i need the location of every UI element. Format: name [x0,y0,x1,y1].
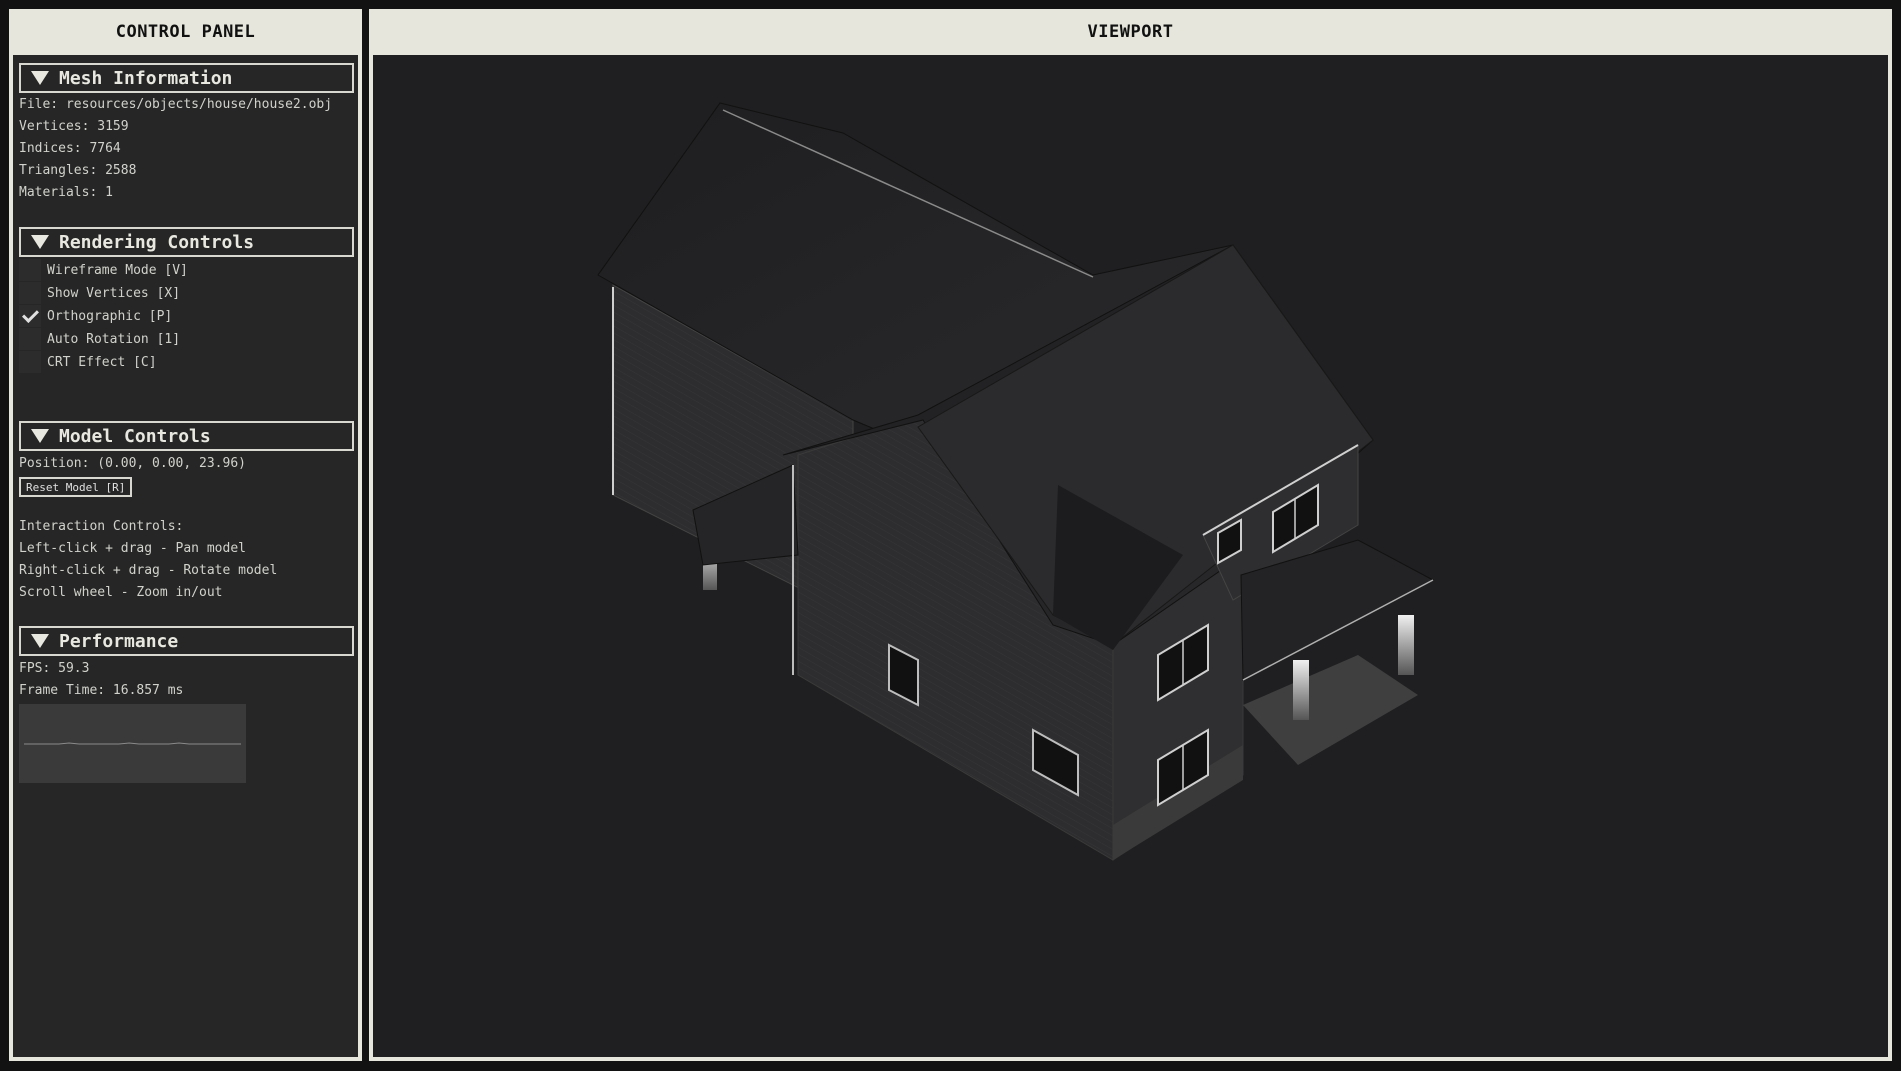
checkbox-label-3[interactable]: Auto Rotation [1] [47,332,180,347]
checkbox-4[interactable] [19,351,41,373]
interaction-pan: Left-click + drag - Pan model [19,541,246,556]
frame-time-graph [19,704,246,783]
interaction-controls-title: Interaction Controls: [19,519,184,534]
performance-label: Performance [59,630,179,652]
collapse-triangle-icon [31,71,49,85]
checkbox-label-0[interactable]: Wireframe Mode [V] [47,263,188,278]
mesh-vertices: Vertices: 3159 [19,119,129,134]
control-panel-body: Mesh Information File: resources/objects… [13,55,358,1057]
viewport: VIEWPORT [369,9,1892,1061]
rendering-controls-header[interactable]: Rendering Controls [19,227,354,257]
control-panel: CONTROL PANEL Mesh Information File: res… [9,9,362,1061]
collapse-triangle-icon [31,634,49,648]
viewport-canvas[interactable] [373,55,1888,1057]
model-controls-label: Model Controls [59,425,211,447]
checkbox-label-4[interactable]: CRT Effect [C] [47,355,157,370]
reset-model-button[interactable]: Reset Model [R] [19,477,133,497]
interaction-rotate: Right-click + drag - Rotate model [19,563,278,578]
viewport-title: VIEWPORT [1087,22,1174,42]
interaction-zoom: Scroll wheel - Zoom in/out [19,585,223,600]
checkbox-label-1[interactable]: Show Vertices [X] [47,286,180,301]
checkbox-1[interactable] [19,282,41,304]
mesh-materials: Materials: 1 [19,185,113,200]
checkbox-3[interactable] [19,328,41,350]
fps-readout: FPS: 59.3 [19,661,90,676]
mesh-triangles: Triangles: 2588 [19,163,137,178]
collapse-triangle-icon [31,235,49,249]
model-position: Position: (0.00, 0.00, 23.96) [19,456,246,471]
checkbox-0[interactable] [19,259,41,281]
mesh-indices: Indices: 7764 [19,141,121,156]
frame-time-readout: Frame Time: 16.857 ms [19,683,184,698]
frame-time-graph-line [24,742,241,745]
rendering-controls-label: Rendering Controls [59,231,255,253]
mesh-file: File: resources/objects/house/house2.obj [19,97,333,112]
checkbox-2[interactable] [19,305,41,327]
checkbox-label-2[interactable]: Orthographic [P] [47,309,172,324]
collapse-triangle-icon [31,429,49,443]
mesh-information-header[interactable]: Mesh Information [19,63,354,93]
model-controls-header[interactable]: Model Controls [19,421,354,451]
control-panel-title: CONTROL PANEL [115,22,256,42]
performance-header[interactable]: Performance [19,626,354,656]
house-model[interactable] [373,55,1888,1057]
mesh-information-label: Mesh Information [59,67,233,89]
